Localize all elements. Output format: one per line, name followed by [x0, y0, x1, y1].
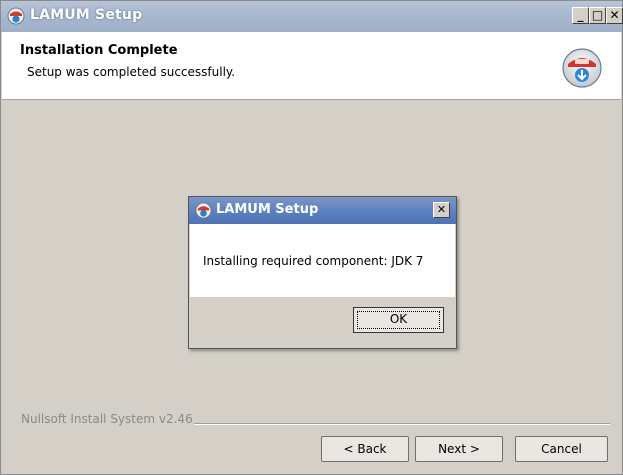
setup-window: LAMUM Setup _ □ ✕ Installation Complete … — [0, 0, 623, 475]
ok-button[interactable]: OK — [353, 307, 444, 333]
dialog-title-bar[interactable]: LAMUM Setup ✕ — [189, 197, 456, 224]
cancel-button[interactable]: Cancel — [515, 436, 608, 462]
window-title: LAMUM Setup — [30, 7, 143, 23]
page-subtitle: Setup was completed successfully. — [27, 65, 236, 79]
close-button[interactable]: ✕ — [606, 7, 623, 24]
dialog-body: Installing required component: JDK 7 — [190, 224, 455, 297]
header-panel: Installation Complete Setup was complete… — [2, 32, 621, 100]
title-bar[interactable]: LAMUM Setup _ □ ✕ — [1, 1, 623, 32]
minimize-button[interactable]: _ — [572, 7, 589, 24]
dialog-app-icon — [195, 202, 212, 219]
back-button[interactable]: < Back — [321, 436, 409, 462]
page-title: Installation Complete — [20, 43, 178, 58]
dialog-title: LAMUM Setup — [216, 202, 319, 217]
maximize-button[interactable]: □ — [589, 7, 606, 24]
footer-divider — [194, 423, 610, 425]
setup-app-icon — [7, 7, 25, 25]
dialog-message: Installing required component: JDK 7 — [203, 254, 424, 268]
installer-icon — [562, 48, 602, 88]
dialog-close-button[interactable]: ✕ — [433, 202, 450, 218]
branding-text: Nullsoft Install System v2.46 — [21, 412, 193, 426]
next-button[interactable]: Next > — [415, 436, 503, 462]
message-dialog: LAMUM Setup ✕ Installing required compon… — [188, 196, 457, 349]
